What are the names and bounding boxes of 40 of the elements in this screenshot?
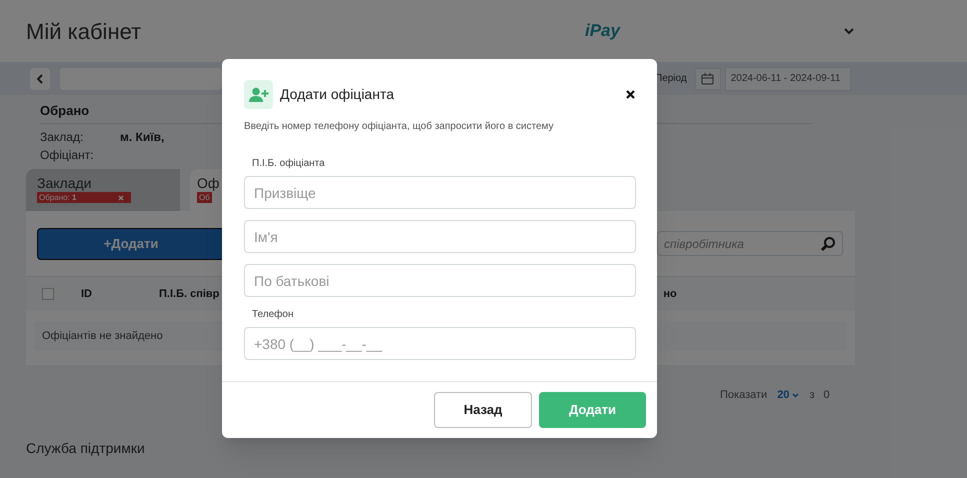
chevron-left-icon — [36, 74, 44, 84]
add-button[interactable]: +Додати — [37, 228, 225, 260]
of-label: з — [809, 388, 814, 403]
column-header[interactable]: П.І.Б. співр — [159, 286, 220, 302]
search-field[interactable]: співробітника — [657, 231, 843, 256]
input-field[interactable]: По батькові — [244, 264, 636, 297]
total-count: 0 — [823, 388, 830, 403]
selection-badge: Об — [197, 192, 212, 203]
calendar-icon[interactable] — [694, 68, 721, 90]
back-button[interactable] — [30, 68, 50, 90]
select-all-checkbox[interactable] — [42, 288, 54, 300]
select-field[interactable] — [60, 68, 222, 90]
column-header[interactable]: но — [663, 286, 677, 302]
waiter-label: Офіціант: — [40, 146, 94, 164]
back-button[interactable]: Назад — [434, 392, 532, 428]
dialog-title: Додати офіціанта — [280, 85, 394, 104]
add-user-icon — [244, 80, 273, 109]
pagination-label: Показати — [720, 388, 768, 403]
page-title: Мій кабінет — [26, 18, 142, 46]
ipay-logo: iPay — [585, 20, 620, 42]
selection-badge: Обрано: 1 — [37, 192, 131, 203]
page-size-select[interactable]: 20 — [777, 386, 800, 404]
empty-message: Офіціантів не знайдено — [42, 328, 163, 344]
date-range-field[interactable]: 2024-06-11 - 2024-09-11 — [724, 66, 851, 90]
submit-button[interactable]: Додати — [539, 392, 646, 428]
field-label: Телефон — [251, 308, 294, 322]
venue-value: м. Київ, — [120, 128, 164, 146]
search-icon[interactable] — [820, 236, 836, 252]
column-header[interactable]: ID — [81, 286, 92, 302]
remove-icon[interactable] — [118, 194, 124, 200]
chevron-down-icon[interactable] — [844, 28, 854, 34]
input-field[interactable]: Ім'я — [244, 220, 636, 253]
input-field[interactable]: Призвіще — [244, 176, 636, 209]
tab[interactable]: Заклади Обрано: 1 — [26, 169, 180, 211]
support-link[interactable]: Служба підтримки — [26, 440, 145, 456]
field-label: П.І.Б. офіціанта — [251, 157, 326, 171]
input-field[interactable]: +380 (__) ___-__-__ — [244, 327, 636, 360]
venue-label: Заклад: — [40, 128, 84, 146]
chevron-down-icon — [792, 392, 800, 398]
close-icon[interactable] — [626, 90, 635, 99]
